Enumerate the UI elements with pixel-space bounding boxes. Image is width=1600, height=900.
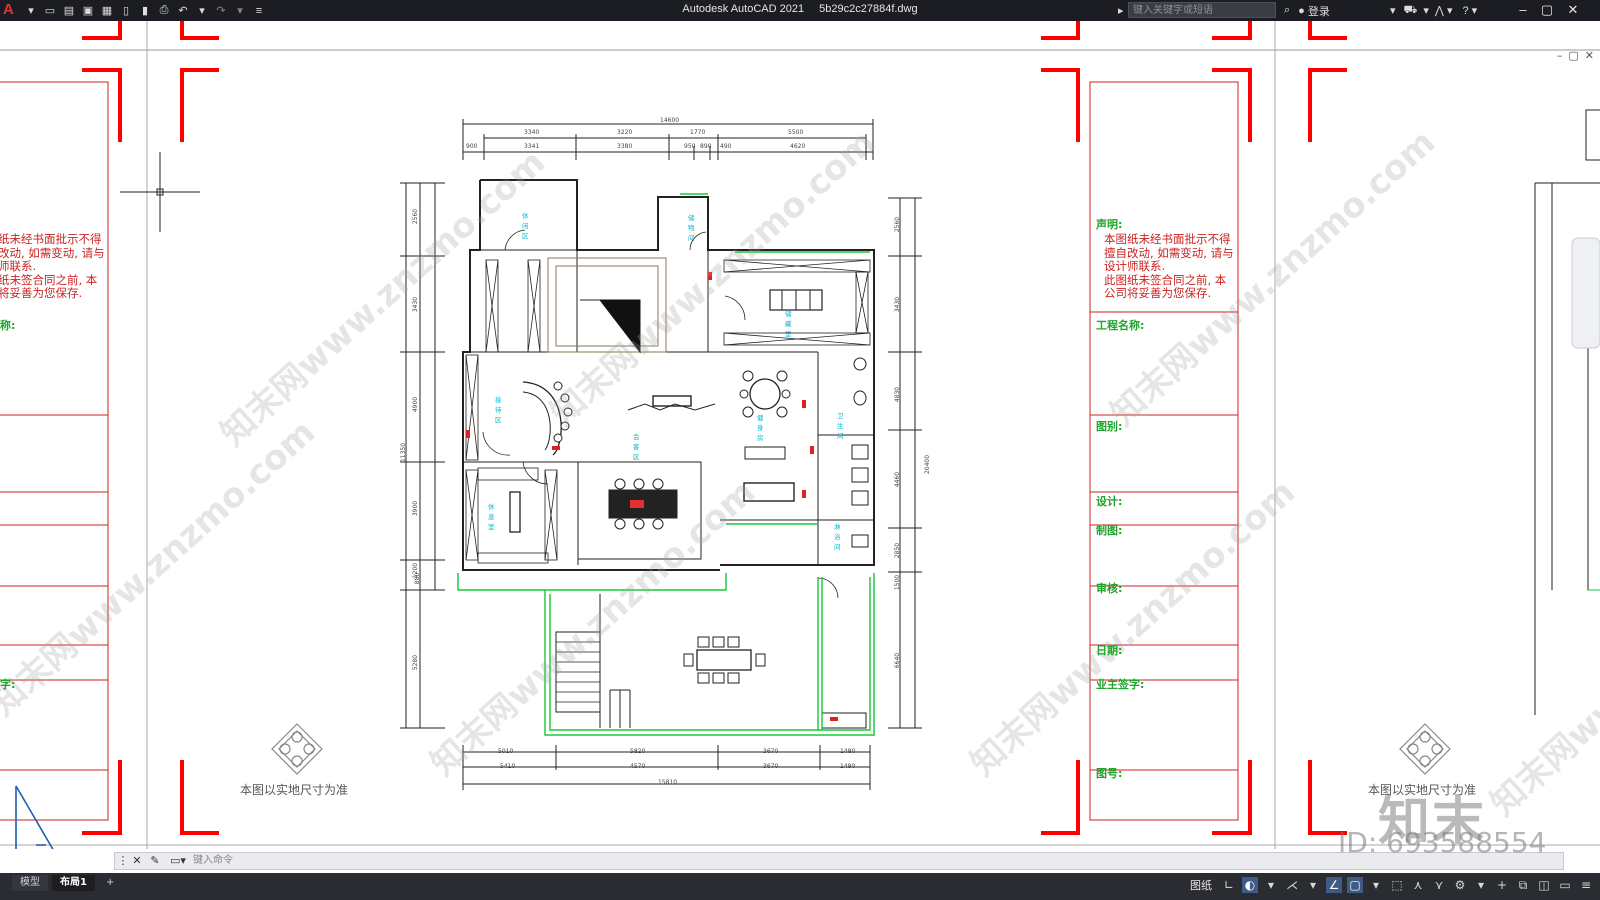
login-dropdown-icon[interactable]: ▾ — [1390, 4, 1396, 17]
isolate-objects-icon[interactable]: ▭ — [1557, 877, 1573, 893]
annotation-scale-icon[interactable]: ⋎ — [1431, 877, 1447, 893]
add-layout-button[interactable]: + — [98, 875, 122, 891]
search-arrow-icon[interactable]: ▸ — [1118, 2, 1124, 19]
new-file-icon[interactable]: ▭ — [43, 4, 57, 18]
save-web-icon[interactable]: ▮ — [138, 4, 152, 18]
cart-dropdown-icon[interactable]: ▾ — [1423, 4, 1429, 17]
workspace-dropdown-icon[interactable]: ▾ — [1473, 877, 1489, 893]
chevron-down-icon[interactable]: ▾ — [24, 4, 38, 18]
status-bar: 模型 布局1 + 图纸 ∟ ◐ ▾ ⋌ ▾ ∠ ▢ ▾ ⬚ ⋏ ⋎ ⚙ ▾ + … — [0, 873, 1600, 900]
annotation-monitor-icon[interactable]: + — [1494, 877, 1510, 893]
ucs-icon — [15, 785, 54, 849]
field-date: 日期: — [1096, 644, 1123, 657]
viewport-minimize-icon[interactable]: – — [1557, 49, 1563, 62]
isometric-dropdown-icon[interactable]: ▾ — [1305, 877, 1321, 893]
field-drawing-type: 图别: — [1096, 420, 1123, 433]
help-dropdown-icon[interactable]: ▾ — [1472, 4, 1478, 17]
a360-dropdown-icon[interactable]: ▾ — [1447, 4, 1453, 17]
navigation-bar — [1571, 237, 1600, 349]
restore-icon[interactable]: ▢ — [1536, 1, 1558, 19]
room-label: 接待区 — [495, 396, 502, 424]
redo-icon[interactable]: ↷ — [214, 4, 228, 18]
left-field-signature: 字: — [0, 678, 16, 691]
field-project-name: 工程名称: — [1096, 319, 1145, 332]
room-label: 储藏室 — [785, 310, 792, 338]
polar-dropdown-icon[interactable]: ▾ — [1263, 877, 1279, 893]
annotation-visibility-icon[interactable]: ⋏ — [1410, 877, 1426, 893]
search-input[interactable]: 键入关键字或短语 — [1128, 2, 1276, 18]
snap-icon[interactable]: ∟ — [1221, 877, 1237, 893]
object-snap-tracking-icon[interactable]: ∠ — [1326, 877, 1342, 893]
field-design: 设计: — [1096, 495, 1123, 508]
right-partial-plan — [1534, 109, 1600, 715]
customize-icon[interactable]: ✎ — [147, 853, 163, 869]
object-snap-dropdown-icon[interactable]: ▾ — [1368, 877, 1384, 893]
customize-toolbar-icon[interactable]: ≡ — [252, 4, 266, 18]
compass-symbol-left — [271, 723, 323, 775]
room-label: 淋浴间 — [834, 523, 841, 551]
file-name: 5b29c2c27884f.dwg — [819, 3, 918, 15]
isometric-icon[interactable]: ⋌ — [1284, 877, 1300, 893]
scale-note: 本图以实地尺寸为准 — [240, 783, 349, 797]
drawing-canvas[interactable]: 休闲区 储物间 储藏室 接待区 会客区 休息室 健身房 卫生间 淋浴间 1460… — [0, 21, 1600, 849]
cart-icon[interactable]: ⛟ — [1404, 4, 1418, 18]
room-label: 休息室 — [488, 503, 495, 531]
user-icon[interactable]: ● — [1298, 5, 1305, 17]
viewport-controls: – ▢ ✕ — [1557, 49, 1594, 62]
room-label: 休闲区 — [522, 212, 529, 240]
quick-access-toolbar: ▾ ▭ ▤ ▣ ▦ ▯ ▮ ⎙ ↶ ▾ ↷ ▾ ≡ — [24, 2, 271, 19]
save-as-icon[interactable]: ▦ — [100, 4, 114, 18]
left-declaration-text: 纸未经书面批示不得 改动, 如需变动, 请与 师联系. 纸未签合同之前, 本 将… — [0, 232, 105, 300]
search-icon[interactable]: ⌕ — [1284, 4, 1290, 17]
selection-cycling-icon[interactable]: ⬚ — [1389, 877, 1405, 893]
login-button[interactable]: 登录 — [1308, 3, 1330, 19]
viewport-restore-icon[interactable]: ▢ — [1568, 49, 1578, 62]
command-input[interactable]: 键入命令 — [193, 854, 1093, 868]
field-drawing-number: 图号: — [1096, 767, 1123, 780]
room-label: 健身房 — [757, 414, 764, 442]
room-label: 储物间 — [688, 214, 695, 242]
field-owner-signature: 业主签字: — [1096, 678, 1145, 691]
autocad-app-icon[interactable]: A — [3, 1, 21, 20]
units-icon[interactable]: ⧉ — [1515, 877, 1531, 893]
viewport-close-icon[interactable]: ✕ — [1585, 49, 1594, 62]
workspace-gear-icon[interactable]: ⚙ — [1452, 877, 1468, 893]
redo-dropdown-icon[interactable]: ▾ — [233, 4, 247, 18]
crosshair-cursor — [120, 152, 200, 232]
undo-icon[interactable]: ↶ — [176, 4, 190, 18]
declaration-text: 本图纸未经书面批示不得 擅自改动, 如需变动, 请与 设计师联系. 此图纸未签合… — [1104, 232, 1234, 300]
recent-commands-icon[interactable]: ▭▾ — [167, 853, 189, 869]
title-bar: A ▾ ▭ ▤ ▣ ▦ ▯ ▮ ⎙ ↶ ▾ ↷ ▾ ≡ Autodesk Aut… — [0, 0, 1600, 21]
tab-model[interactable]: 模型 — [12, 875, 48, 891]
declaration-title: 声明: — [1096, 218, 1123, 231]
polar-tracking-icon[interactable]: ◐ — [1242, 877, 1258, 893]
close-icon[interactable]: ✕ — [1562, 1, 1584, 19]
status-toolbar: 图纸 ∟ ◐ ▾ ⋌ ▾ ∠ ▢ ▾ ⬚ ⋏ ⋎ ⚙ ▾ + ⧉ ◫ ▭ ≡ — [1190, 877, 1594, 893]
room-label: 卫生间 — [837, 412, 844, 440]
field-review: 审核: — [1096, 582, 1123, 595]
paper-space-toggle[interactable]: 图纸 — [1190, 877, 1212, 893]
open-web-icon[interactable]: ▯ — [119, 4, 133, 18]
watermark-id: ID: 693588554 — [1338, 826, 1547, 859]
close-command-icon[interactable]: ✕ — [129, 853, 145, 869]
left-field-name: 称: — [0, 319, 16, 332]
autodesk-a360-icon[interactable]: ⋀ — [1435, 4, 1444, 17]
customization-menu-icon[interactable]: ≡ — [1578, 877, 1594, 893]
compass-symbol-right — [1399, 723, 1451, 775]
print-icon[interactable]: ⎙ — [157, 4, 171, 18]
tab-layout1[interactable]: 布局1 — [52, 875, 95, 891]
app-name: Autodesk AutoCAD 2021 — [682, 3, 805, 15]
object-snap-icon[interactable]: ▢ — [1347, 877, 1363, 893]
open-folder-icon[interactable]: ▤ — [62, 4, 76, 18]
undo-dropdown-icon[interactable]: ▾ — [195, 4, 209, 18]
title-block — [1089, 81, 1239, 821]
room-label: 会客区 — [633, 433, 640, 461]
save-icon[interactable]: ▣ — [81, 4, 95, 18]
quick-properties-icon[interactable]: ◫ — [1536, 877, 1552, 893]
minimize-icon[interactable]: – — [1512, 1, 1534, 19]
field-drafting: 制图: — [1096, 524, 1123, 537]
help-icon[interactable]: ? — [1462, 5, 1468, 17]
